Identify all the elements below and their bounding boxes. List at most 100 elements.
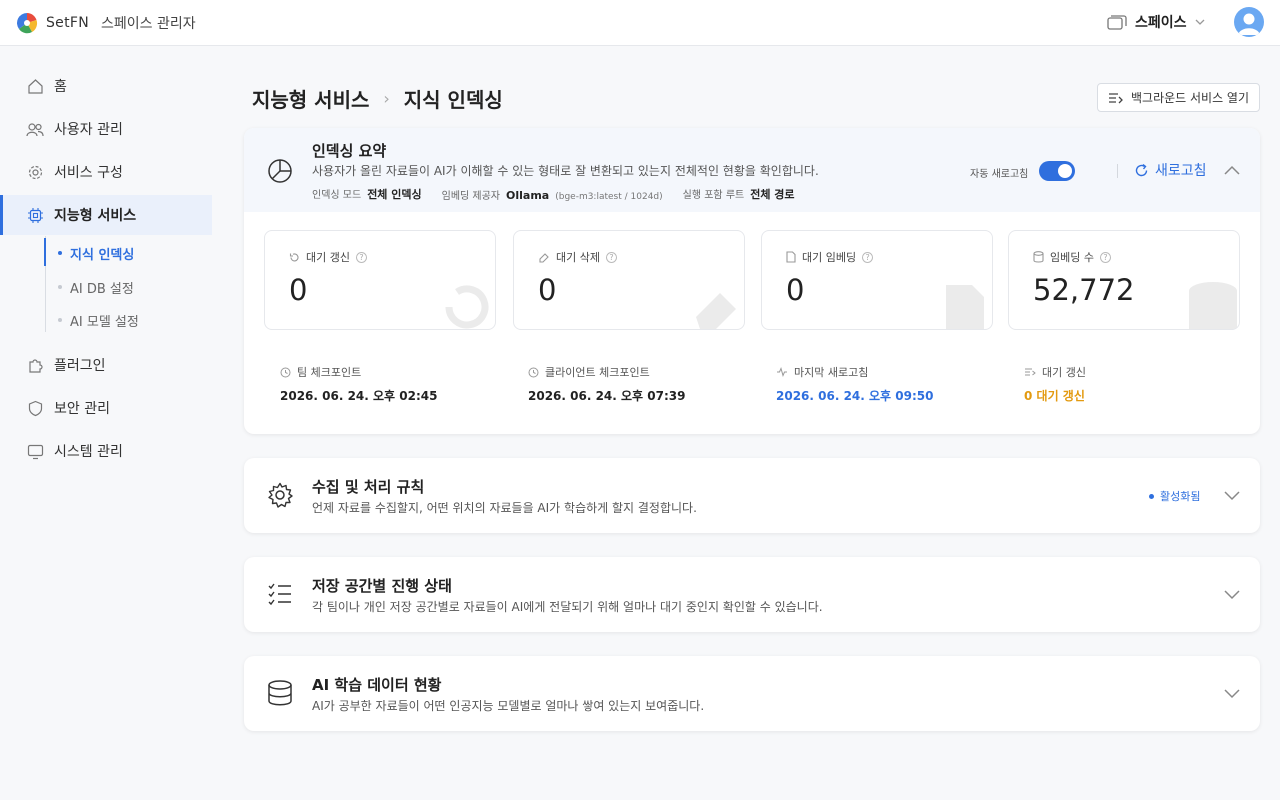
- user-avatar-icon: [1238, 13, 1260, 35]
- database-icon: [268, 680, 292, 706]
- activity-icon: [777, 367, 787, 377]
- sidebar-item-plugins[interactable]: 플러그인: [0, 345, 212, 385]
- submenu-active-indicator: [44, 238, 46, 266]
- checkpoint-value: 2026. 06. 24. 오후 07:39: [528, 389, 686, 403]
- checkpoint-label-row: 마지막 새로고침: [776, 364, 933, 380]
- help-icon[interactable]: ?: [862, 251, 874, 263]
- section-description: 각 팀이나 개인 저장 공간별로 자료들이 AI에게 전달되기 위해 얼마나 대…: [312, 600, 823, 614]
- meta-label: 임베딩 제공자: [441, 190, 501, 202]
- sidebar-item-label: 사용자 관리: [54, 122, 123, 138]
- gear-icon: [26, 163, 44, 181]
- page-title: 지식 인덱싱: [403, 88, 503, 112]
- status-badge: 활성화됨: [1149, 488, 1200, 504]
- eraser-icon: [539, 252, 549, 263]
- summary-header: 인덱싱 요약 사용자가 올린 자료들이 AI가 이해할 수 있는 형태로 잘 변…: [244, 128, 1260, 212]
- checkpoint-value: 2026. 06. 24. 오후 02:45: [280, 389, 438, 403]
- section-title: 수집 및 처리 규칙: [312, 478, 425, 496]
- sidebar-subitem-ai-db-settings[interactable]: AI DB 설정: [58, 272, 134, 302]
- checkpoint-label-row: 클라이언트 체크포인트: [528, 364, 685, 380]
- summary-description: 사용자가 올린 자료들이 AI가 이해할 수 있는 형태로 잘 변환되고 있는지…: [312, 164, 819, 178]
- brand-name: SetFN: [46, 15, 90, 31]
- sidebar-item-service-config[interactable]: 서비스 구성: [0, 152, 212, 192]
- checkpoint-label: 마지막 새로고침: [794, 366, 869, 379]
- summary-title: 인덱싱 요약: [312, 142, 387, 160]
- sidebar-item-home[interactable]: 홈: [0, 66, 212, 106]
- chevron-down-icon[interactable]: [1222, 584, 1242, 604]
- document-icon: [786, 251, 796, 263]
- toggle-knob: [1058, 164, 1072, 178]
- meta-embedding-provider: 임베딩 제공자 Ollama (bge-m3:latest / 1024d): [442, 187, 663, 202]
- section-description: 언제 자료를 수집할지, 어떤 위치의 자료들을 AI가 학습하게 할지 결정합…: [312, 501, 697, 515]
- summary-meta: 인덱싱 모드 전체 인덱싱 임베딩 제공자 Ollama (bge-m3:latest…: [312, 186, 795, 202]
- sidebar-item-intelligent-service[interactable]: 지능형 서비스: [0, 195, 212, 235]
- sidebar-item-system[interactable]: 시스템 관리: [0, 431, 212, 471]
- status-dot-icon: [1149, 493, 1154, 499]
- divider: [1117, 164, 1118, 178]
- storage-progress-section[interactable]: 저장 공간별 진행 상태 각 팀이나 개인 저장 공간별로 자료들이 AI에게 …: [244, 557, 1260, 632]
- chevron-down-icon[interactable]: [1222, 683, 1242, 703]
- chevron-down-icon: [1195, 19, 1204, 25]
- sidebar-subitem-label: AI 모델 설정: [70, 314, 139, 330]
- clock-icon: [280, 367, 291, 377]
- open-background-service-button[interactable]: 백그라운드 서비스 열기: [1097, 83, 1260, 112]
- collection-rules-section[interactable]: 수집 및 처리 규칙 언제 자료를 수집할지, 어떤 위치의 자료들을 AI가 …: [244, 458, 1260, 533]
- stat-pending-update: 대기 갱신 ? 0: [264, 230, 496, 330]
- checkpoint-value: 2026. 06. 24. 오후 09:50: [776, 389, 934, 403]
- meta-label: 인덱싱 모드: [312, 190, 362, 201]
- sidebar-item-security[interactable]: 보안 관리: [0, 388, 212, 428]
- sidebar-subitem-knowledge-indexing[interactable]: 지식 인덱싱: [58, 238, 134, 268]
- top-bar: SetFN 스페이스 관리자 스페이스: [0, 0, 1280, 46]
- sidebar-item-users[interactable]: 사용자 관리: [0, 109, 212, 149]
- help-icon[interactable]: ?: [355, 251, 367, 263]
- stat-label-row: 대기 삭제 ?: [538, 249, 617, 265]
- checkpoint-client: 클라이언트 체크포인트 2026. 06. 24. 오후 07:39: [528, 364, 685, 404]
- sidebar-item-label: 보안 관리: [54, 401, 110, 417]
- bullet-icon: [58, 318, 62, 322]
- stat-label-row: 임베딩 수 ?: [1033, 249, 1111, 265]
- shield-icon: [26, 399, 44, 417]
- sidebar-subitem-ai-model-settings[interactable]: AI 모델 설정: [58, 305, 139, 335]
- logo[interactable]: SetFN 스페이스 관리자: [16, 12, 196, 34]
- home-icon: [26, 77, 44, 95]
- checkpoint-label: 대기 갱신: [1042, 366, 1086, 379]
- stat-label: 대기 임베딩: [802, 251, 857, 264]
- stat-value: 0: [289, 273, 308, 307]
- logo-icon: [16, 13, 38, 34]
- stat-label: 대기 삭제: [556, 251, 600, 264]
- chip-icon: [26, 206, 44, 224]
- auto-refresh-toggle[interactable]: [1039, 161, 1075, 181]
- stat-label-row: 대기 임베딩 ?: [786, 249, 874, 265]
- checkpoint-value: 0 대기 갱신: [1024, 389, 1085, 403]
- meta-indexing-mode: 인덱싱 모드 전체 인덱싱: [312, 186, 422, 202]
- sidebar-item-label: 시스템 관리: [54, 444, 123, 460]
- help-icon[interactable]: ?: [605, 251, 617, 263]
- checkpoint-label-row: 팀 체크포인트: [280, 364, 437, 380]
- help-icon[interactable]: ?: [1099, 251, 1111, 263]
- clock-icon: [528, 367, 539, 377]
- open-background-service-label: 백그라운드 서비스 열기: [1130, 91, 1250, 105]
- checkpoint-team: 팀 체크포인트 2026. 06. 24. 오후 02:45: [280, 364, 437, 404]
- eraser-watermark-icon: [696, 293, 736, 329]
- sidebar-item-label: 플러그인: [54, 358, 106, 374]
- refresh-button[interactable]: 새로고침: [1134, 160, 1207, 180]
- list-arrow-icon: [1025, 368, 1036, 376]
- pie-chart-icon: [268, 159, 292, 183]
- chevron-up-icon[interactable]: [1222, 161, 1242, 181]
- sidebar-subitem-label: 지식 인덱싱: [70, 247, 135, 263]
- stat-label-row: 대기 갱신 ?: [289, 249, 367, 265]
- gear-icon: [268, 482, 293, 508]
- breadcrumb: 지능형 서비스 › 지식 인덱싱: [252, 84, 503, 113]
- chevron-down-icon[interactable]: [1222, 485, 1242, 505]
- list-arrow-icon: [1108, 92, 1123, 103]
- indexing-summary-card: 인덱싱 요약 사용자가 올린 자료들이 AI가 이해할 수 있는 형태로 잘 변…: [244, 128, 1260, 434]
- breadcrumb-parent[interactable]: 지능형 서비스: [252, 84, 369, 113]
- stat-value: 52,772: [1033, 273, 1135, 307]
- auto-refresh-label: 자동 새로고침: [970, 169, 1029, 180]
- sidebar-item-label: 서비스 구성: [54, 165, 123, 181]
- sidebar: 홈 사용자 관리 서비스 구성 지능형 서비스 지식 인덱싱 AI DB 설정 …: [0, 46, 220, 800]
- avatar[interactable]: [1234, 7, 1264, 37]
- checklist-icon: [268, 583, 291, 606]
- space-selector[interactable]: 스페이스: [1107, 12, 1205, 32]
- ai-training-data-section[interactable]: AI 학습 데이터 현황 AI가 공부한 자료들이 어떤 인공지능 모델별로 얼…: [244, 656, 1260, 731]
- meta-value: Ollama: [506, 188, 550, 202]
